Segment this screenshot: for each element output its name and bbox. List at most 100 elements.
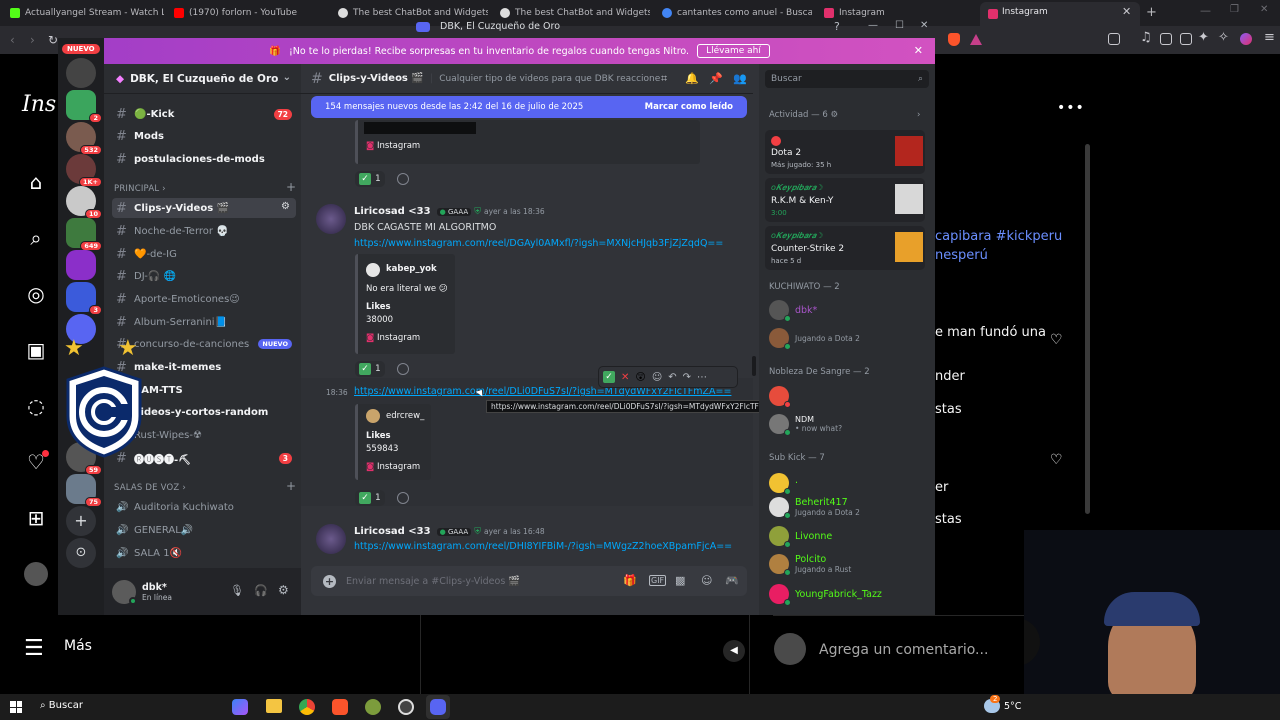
channel-noche-de-terror[interactable]: # Noche-de-Terror 💀: [112, 221, 296, 241]
close-banner-icon[interactable]: ✕: [914, 44, 923, 57]
message-author[interactable]: Liricosad <33: [354, 206, 431, 217]
new-messages-bar[interactable]: 154 mensajes nuevos desde las 2:42 del 1…: [311, 96, 747, 118]
obs-icon[interactable]: [398, 699, 414, 715]
forward-icon[interactable]: ›: [30, 33, 35, 47]
channel-dj[interactable]: # DJ-🎧 🌐: [112, 266, 296, 286]
threads-icon[interactable]: ⌗: [661, 72, 667, 86]
close-browser-icon[interactable]: ✕: [1260, 4, 1268, 15]
gif-icon[interactable]: GIF: [649, 575, 667, 586]
chrome-icon[interactable]: [299, 699, 315, 715]
brave-rewards-icon[interactable]: [970, 34, 982, 45]
apps-icon[interactable]: 🎮: [725, 574, 739, 587]
sticker-icon[interactable]: ▩: [675, 574, 685, 587]
activity-card[interactable]: ᴏ𝑲𝒆𝒚𝒑𝒊𝒃𝒂𝒓𝒂☽ R.K.M & Ken-Y 3:00: [765, 178, 925, 222]
tab-kick[interactable]: Actuallyangel Stream - Watch Live o: [4, 4, 164, 22]
volume-icon[interactable]: ◀: [723, 640, 745, 662]
category-principal[interactable]: PRINCIPAL ›: [114, 184, 166, 194]
member-item[interactable]: Polcito Jugando a Rust: [769, 552, 929, 576]
close-icon[interactable]: ✕: [920, 20, 928, 31]
tab-google[interactable]: cantantes como anuel - Buscar con G: [656, 4, 812, 22]
home-icon[interactable]: ⌂: [24, 170, 48, 194]
add-reaction-icon[interactable]: [397, 173, 409, 185]
channel-album-serranini[interactable]: # Album-Serranini📘: [112, 312, 296, 332]
member-item[interactable]: [769, 384, 929, 408]
minimize-icon[interactable]: —: [868, 20, 878, 31]
nitro-claim-button[interactable]: Llévame ahí: [697, 44, 770, 58]
category-voice[interactable]: SALAS DE VOZ ›: [114, 483, 186, 493]
back-icon[interactable]: ‹: [10, 33, 15, 47]
brave-shield-icon[interactable]: [948, 33, 960, 46]
add-channel-icon[interactable]: +: [286, 180, 296, 194]
channel-aporte-emoticones[interactable]: # Aporte-Emoticones😉: [112, 289, 296, 309]
tab-chatbot-1[interactable]: The best ChatBot and Widgets for Ki: [332, 4, 488, 22]
voice-channel[interactable]: 🔊 SALA 1🔇: [112, 543, 296, 563]
server-icon[interactable]: 3: [66, 282, 102, 315]
microphone-icon[interactable]: 🎙: [230, 584, 244, 597]
caption-hashtags-2[interactable]: nesperú: [935, 248, 988, 263]
brave-icon[interactable]: [332, 699, 348, 715]
minimize-browser-icon[interactable]: —: [1200, 4, 1211, 17]
channel-mods[interactable]: # Mods: [112, 126, 296, 146]
search-icon[interactable]: ⌕: [24, 226, 48, 250]
message-author[interactable]: Liricosad <33: [354, 526, 431, 537]
bell-icon[interactable]: 🔔: [685, 72, 699, 85]
start-icon[interactable]: [10, 701, 22, 713]
profile-avatar[interactable]: [24, 562, 48, 586]
taskbar-search[interactable]: ⌕ Buscar: [40, 700, 83, 711]
member-item[interactable]: Jugando a Dota 2: [769, 326, 929, 350]
tab-chatbot-2[interactable]: The best ChatBot and Widgets for Ki: [494, 4, 650, 22]
reaction-check[interactable]: ✓ 1: [355, 361, 385, 377]
server-icon[interactable]: 75: [66, 474, 102, 507]
embed-author[interactable]: edrcrew_: [386, 411, 424, 421]
server-icon[interactable]: 1K+: [66, 154, 102, 187]
activity-card[interactable]: Dota 2 Más jugado: 35 h: [765, 130, 925, 174]
app-icon[interactable]: [365, 699, 381, 715]
member-item[interactable]: Livonne: [769, 524, 929, 548]
member-item[interactable]: YoungFabrick_Tazz: [769, 582, 929, 606]
user-settings-icon[interactable]: ⚙: [278, 583, 289, 597]
headphones-icon[interactable]: 🎧: [254, 584, 268, 597]
add-reaction-icon[interactable]: [397, 363, 409, 375]
message-link[interactable]: https://www.instagram.com/reel/DHI8YIFBi…: [354, 541, 732, 552]
upload-plus-icon[interactable]: +: [323, 574, 336, 588]
search-input[interactable]: Buscar ⌕: [765, 70, 929, 88]
gift-icon[interactable]: 🎁: [623, 574, 637, 587]
check-reaction-icon[interactable]: ✓: [603, 371, 615, 383]
caption-hashtags[interactable]: capibara #kickperu: [935, 229, 1062, 244]
extensions-icon[interactable]: ✦: [1198, 30, 1209, 45]
add-reaction-icon[interactable]: [397, 492, 409, 504]
reels-icon[interactable]: ▣: [24, 338, 48, 362]
channel-topic[interactable]: Cualquier tipo de videos para que DBK re…: [439, 74, 660, 84]
channel-concurso-de-canciones[interactable]: # concurso-de-canciones NUEVO: [112, 334, 296, 354]
member-item[interactable]: NDM • now what?: [769, 412, 929, 436]
sparkle-icon[interactable]: ✧: [1218, 30, 1229, 45]
avatar[interactable]: [316, 524, 346, 554]
help-icon[interactable]: ?: [834, 20, 840, 33]
forward-icon[interactable]: ↷: [683, 372, 691, 383]
reaction-check[interactable]: ✓ 1: [355, 171, 385, 187]
mark-read-button[interactable]: Marcar como leído: [645, 102, 733, 112]
server-icon[interactable]: [66, 58, 96, 88]
folder-icon[interactable]: [266, 699, 282, 713]
voice-channel[interactable]: 🔊 Auditoria Kuchiwato: [112, 497, 296, 517]
add-channel-icon[interactable]: +: [286, 479, 296, 493]
close-tab-icon[interactable]: ✕: [1122, 5, 1131, 18]
channel-de-ig[interactable]: # 🧡-de-IG: [112, 244, 296, 264]
more-label[interactable]: Más: [64, 638, 92, 654]
more-menu-icon[interactable]: ☰: [24, 636, 44, 661]
member-item[interactable]: dbk*: [769, 298, 929, 322]
messenger-icon[interactable]: ◌: [24, 394, 48, 418]
pin-icon[interactable]: 📌: [709, 72, 723, 85]
vpn-icon[interactable]: [1240, 33, 1252, 45]
activity-card[interactable]: ᴏ𝑲𝒆𝒚𝒑𝒊𝒃𝒂𝒓𝒂☽ Counter-Strike 2 hace 5 d: [765, 226, 925, 270]
screenshot-icon[interactable]: [1180, 33, 1192, 45]
options-icon[interactable]: •••: [1057, 100, 1085, 116]
channel-kick[interactable]: # 🟢-Kick 72: [112, 104, 296, 124]
avatar[interactable]: [316, 204, 346, 234]
menu-icon[interactable]: ≡: [1264, 30, 1275, 45]
like-comment-icon[interactable]: ♡: [1050, 452, 1063, 468]
explore-icon[interactable]: ◎: [24, 282, 48, 306]
music-icon[interactable]: ♫: [1140, 30, 1152, 45]
new-tab-icon[interactable]: +: [1146, 5, 1157, 20]
server-icon[interactable]: 2: [66, 90, 102, 123]
